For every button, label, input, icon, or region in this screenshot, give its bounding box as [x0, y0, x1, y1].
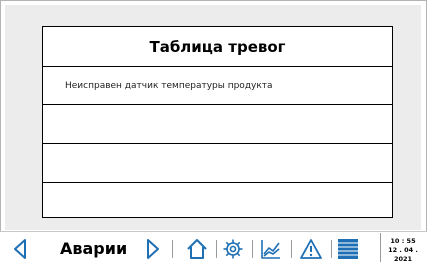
next-screen-button[interactable] — [143, 236, 163, 262]
screen-title: Аварии — [60, 239, 128, 258]
alarm-row-text: Неисправен датчик температуры продукта — [65, 80, 273, 91]
date-time-display: 10 : 55 12 . 04 . 2021 — [380, 233, 425, 263]
gear-icon — [223, 239, 243, 259]
nav-divider — [252, 240, 253, 258]
chart-icon — [261, 240, 280, 259]
home-button[interactable] — [183, 236, 211, 262]
settings-button[interactable] — [219, 236, 247, 262]
alarm-list-button[interactable] — [336, 236, 360, 262]
alarm-row[interactable]: Неисправен датчик температуры продукта — [43, 67, 392, 105]
warning-icon — [300, 239, 322, 259]
triangle-right-icon — [147, 239, 159, 259]
alarms-button[interactable] — [296, 236, 326, 262]
nav-divider — [216, 240, 217, 258]
triangle-left-icon — [14, 239, 26, 259]
alarm-table: Таблица тревог Неисправен датчик темпера… — [42, 26, 393, 218]
nav-divider — [291, 240, 292, 258]
prev-screen-button[interactable] — [10, 236, 30, 262]
list-icon — [338, 239, 358, 259]
clock-time: 10 : 55 — [390, 237, 416, 245]
trends-button[interactable] — [257, 236, 285, 262]
alarm-row[interactable] — [43, 106, 392, 144]
nav-divider — [331, 240, 332, 258]
alarm-table-title: Таблица тревог — [43, 27, 392, 67]
home-icon — [187, 239, 207, 259]
alarm-row[interactable] — [43, 145, 392, 183]
nav-divider — [172, 240, 173, 258]
clock-date: 12 . 04 . 2021 — [388, 246, 418, 263]
bottom-nav-bar: Аварии — [0, 231, 427, 265]
alarm-row[interactable] — [43, 184, 392, 217]
